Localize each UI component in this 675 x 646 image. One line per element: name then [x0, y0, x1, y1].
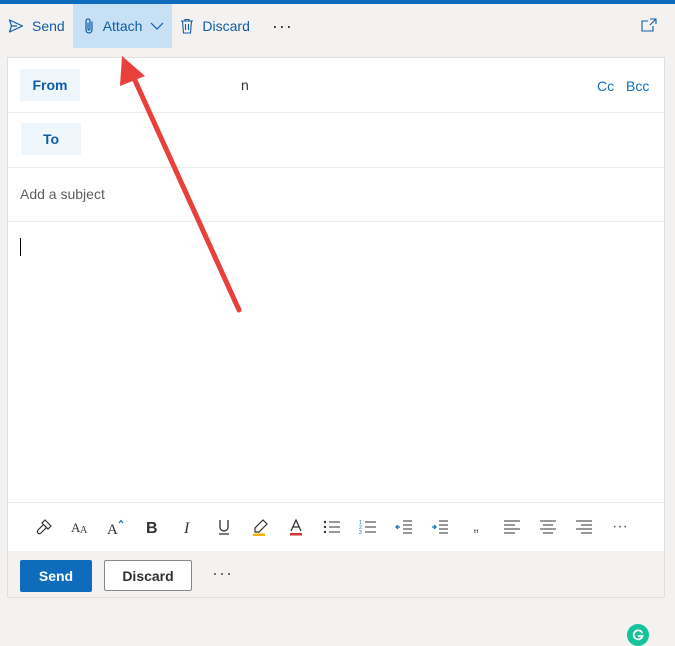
format-painter-icon[interactable] [26, 512, 62, 542]
trash-icon [180, 18, 194, 34]
popout-icon[interactable] [641, 18, 657, 37]
increase-indent-icon[interactable] [422, 512, 458, 542]
message-body[interactable] [8, 222, 664, 646]
send-icon [8, 18, 24, 34]
align-right-icon[interactable] [566, 512, 602, 542]
discard-button[interactable]: Discard [104, 560, 192, 591]
from-row: From n Cc Bcc [8, 58, 664, 113]
from-button[interactable]: From [20, 69, 80, 101]
svg-text:A: A [80, 525, 88, 535]
svg-text:A: A [107, 522, 118, 536]
subject-row [8, 167, 664, 222]
compose-action-bar: Send Discard ··· [8, 551, 664, 597]
action-more-button[interactable]: ··· [212, 563, 233, 584]
decrease-indent-icon[interactable] [386, 512, 422, 542]
paperclip-icon [83, 17, 95, 35]
underline-icon[interactable] [206, 512, 242, 542]
chevron-down-icon[interactable] [150, 21, 164, 31]
grow-font-icon[interactable]: A [98, 512, 134, 542]
numbering-icon[interactable]: 123 [350, 512, 386, 542]
from-value: n [241, 77, 249, 93]
toolbar-send-button[interactable]: Send [0, 4, 73, 48]
cc-link[interactable]: Cc [597, 78, 614, 94]
align-center-icon[interactable] [530, 512, 566, 542]
quote-icon[interactable]: „ [458, 512, 494, 542]
toolbar-send-label: Send [32, 18, 65, 34]
toolbar-discard-button[interactable]: Discard [172, 4, 257, 48]
send-button[interactable]: Send [20, 560, 92, 592]
svg-text:3: 3 [359, 530, 362, 534]
toolbar-more-button[interactable]: ··· [258, 4, 307, 48]
font-size-icon[interactable]: AA [62, 512, 98, 542]
to-row: To [8, 112, 664, 168]
format-more-button[interactable]: ··· [602, 512, 638, 542]
bullets-icon[interactable] [314, 512, 350, 542]
grammarly-icon[interactable] [627, 624, 649, 646]
text-caret [20, 238, 21, 256]
highlight-icon[interactable] [242, 512, 278, 542]
bcc-link[interactable]: Bcc [626, 78, 649, 94]
toolbar-discard-label: Discard [202, 18, 250, 34]
compose-toolbar: Send Attach Discard ··· [0, 4, 675, 48]
compose-pane: From n Cc Bcc To AA A B I [7, 57, 665, 646]
toolbar-attach-label: Attach [102, 18, 143, 34]
font-color-icon[interactable] [278, 512, 314, 542]
align-left-icon[interactable] [494, 512, 530, 542]
svg-text:B: B [146, 520, 158, 535]
toolbar-attach-button[interactable]: Attach [72, 4, 173, 48]
formatting-toolbar: AA A B I 123 „ ··· [8, 502, 664, 550]
subject-input[interactable] [20, 183, 620, 205]
italic-icon[interactable]: I [170, 512, 206, 542]
bold-icon[interactable]: B [134, 512, 170, 542]
svg-text:I: I [183, 520, 190, 535]
to-button[interactable]: To [21, 123, 81, 155]
